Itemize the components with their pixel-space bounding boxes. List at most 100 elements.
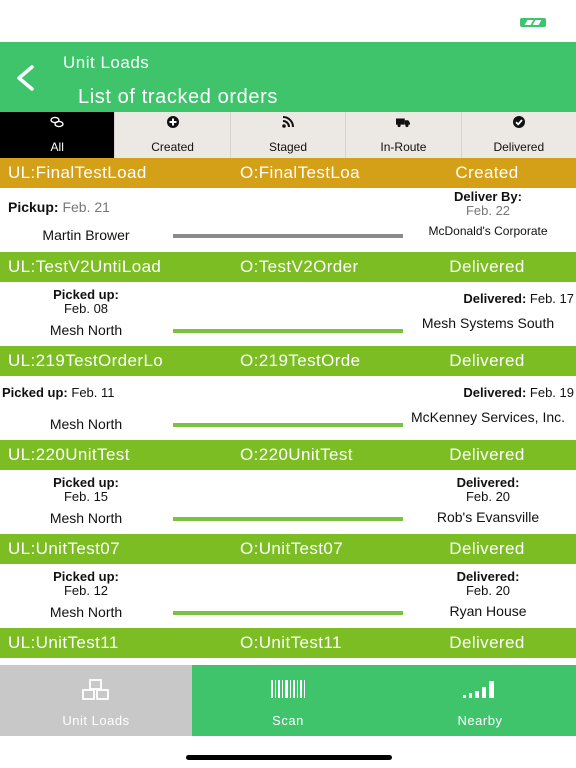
deliver-label: Deliver By: [454,189,522,204]
tab-label: Staged [268,140,308,154]
order-details[interactable]: Picked up: Feb. 15 Delivered: Feb. 20 Me… [0,470,576,534]
status-badge: Delivered [449,445,525,464]
order-details[interactable]: Picked up: Feb. 12 Delivered: Feb. 20 Me… [0,564,576,628]
pickup-date: Feb. 21 [62,199,110,215]
tab-label: Delivered [493,140,545,154]
nav-nearby[interactable]: Nearby [384,665,576,736]
order-header[interactable]: UL:FinalTestLoad O:FinalTestLoa Created [0,158,576,188]
pickup-label: Picked up: [53,569,119,584]
destination-location: Ryan House [449,603,527,619]
page-title: List of tracked orders [78,86,278,108]
pickup-info: Picked up: Feb. 12 [0,570,172,598]
deliver-info: Delivered: Feb. 20 [400,476,576,504]
deliver-info: Delivered: Feb. 20 [400,570,576,598]
truck-icon [396,115,411,129]
pickup-info: Pickup: Feb. 21 [0,200,172,214]
order-id: O:TestV2Order [240,257,359,276]
unit-load-id: UL:FinalTestLoad [8,163,147,182]
deliver-info: Deliver By: Feb. 22 [400,190,576,218]
order-header[interactable]: UL:TestV2UntiLoad O:TestV2Order Delivere… [0,252,576,282]
truck-group-icon [50,115,64,129]
origin-location: Martin Brower [42,227,130,243]
pickup-label: Picked up: [53,475,119,490]
tab-all[interactable]: All [0,112,115,158]
app-title: Unit Loads [63,53,150,72]
origin-location: Mesh North [49,604,123,620]
status-badge: Delivered [449,539,525,558]
pickup-info: Picked up: Feb. 15 [0,476,172,504]
deliver-date: Feb. 20 [465,583,511,598]
deliver-date: Feb. 19 [529,385,574,400]
tab-created[interactable]: Created [114,112,229,158]
tab-label: Created [151,140,194,154]
order-header[interactable]: UL:UnitTest11 O:UnitTest11 Delivered [0,628,576,658]
plus-circle-icon [166,115,180,129]
bottom-nav: Unit Loads Scan Nearby [0,665,576,736]
deliver-date: Feb. 17 [529,291,574,306]
pickup-date: Feb. 08 [63,301,109,316]
pickup-label: Picked up: [2,385,68,400]
route-progress-line [173,234,403,238]
deliver-info: Delivered: Feb. 19 [384,386,574,400]
chevron-left-icon [17,65,34,91]
back-button[interactable] [10,58,40,98]
deliver-label: Delivered: [456,475,520,490]
order-list: UL:FinalTestLoad O:FinalTestLoa Created … [0,158,576,665]
deliver-info: Delivered: Feb. 17 [384,292,574,306]
order-id: O:220UnitTest [240,445,353,464]
destination-location: Rob's Evansville [436,509,540,525]
home-indicator [186,755,392,760]
order-details[interactable]: Picked up: Feb. 08 Delivered: Feb. 17 Me… [0,282,576,346]
nav-unit-loads[interactable]: Unit Loads [0,665,192,736]
origin-location: Mesh North [49,510,123,526]
order-header[interactable]: UL:220UnitTest O:220UnitTest Delivered [0,440,576,470]
nav-label: Unit Loads [62,713,130,728]
filter-tabs: All Created Staged In-Route Delivered [0,112,576,158]
unit-load-id: UL:TestV2UntiLoad [8,257,162,276]
deliver-label: Delivered: [463,291,527,306]
barcode-icon [271,680,305,698]
destination-location: McKenney Services, Inc. [410,409,566,425]
status-badge: Delivered [449,351,525,370]
unit-load-id: UL:220UnitTest [8,445,130,464]
deliver-label: Delivered: [456,569,520,584]
deliver-date: Feb. 20 [465,489,511,504]
destination-location: Mesh Systems South [421,315,555,331]
pickup-info: Picked up: Feb. 11 [0,386,200,400]
status-bar [0,0,576,42]
signal-bars-icon [463,681,494,698]
status-badge: Delivered [449,257,525,276]
nav-label: Scan [272,713,304,728]
boxes-icon [82,679,109,700]
route-progress-line [173,611,403,615]
order-id: O:UnitTest11 [240,633,342,652]
route-progress-line [173,423,403,427]
nav-scan[interactable]: Scan [192,665,384,736]
tab-in-route[interactable]: In-Route [345,112,460,158]
order-header[interactable]: UL:219TestOrderLo O:219TestOrde Delivere… [0,346,576,376]
pickup-label: Pickup: [8,199,59,215]
deliver-date: Feb. 22 [465,203,511,218]
tab-label: All [50,140,64,154]
order-id: O:UnitTest07 [240,539,344,558]
rss-icon [281,115,295,129]
pickup-date: Feb. 11 [71,385,115,400]
nav-label: Nearby [457,713,503,728]
route-progress-line [173,517,403,521]
route-progress-line [173,329,403,333]
status-badge: Delivered [449,633,525,652]
origin-location: Mesh North [49,416,123,432]
check-circle-icon [512,115,526,129]
pickup-label: Picked up: [53,287,119,302]
order-details[interactable]: Picked up: Feb. 11 Delivered: Feb. 19 Me… [0,376,576,440]
destination-location: McDonald's Corporate [428,224,548,238]
order-header[interactable]: UL:UnitTest07 O:UnitTest07 Delivered [0,534,576,564]
tab-staged[interactable]: Staged [229,112,345,158]
unit-load-id: UL:UnitTest07 [8,539,120,558]
order-details[interactable]: Pickup: Feb. 21 Deliver By: Feb. 22 Mart… [0,188,576,252]
tab-delivered[interactable]: Delivered [460,112,576,158]
tab-label: In-Route [380,140,427,154]
order-id: O:219TestOrde [240,351,361,370]
origin-location: Mesh North [49,322,123,338]
order-id: O:FinalTestLoa [240,163,360,182]
